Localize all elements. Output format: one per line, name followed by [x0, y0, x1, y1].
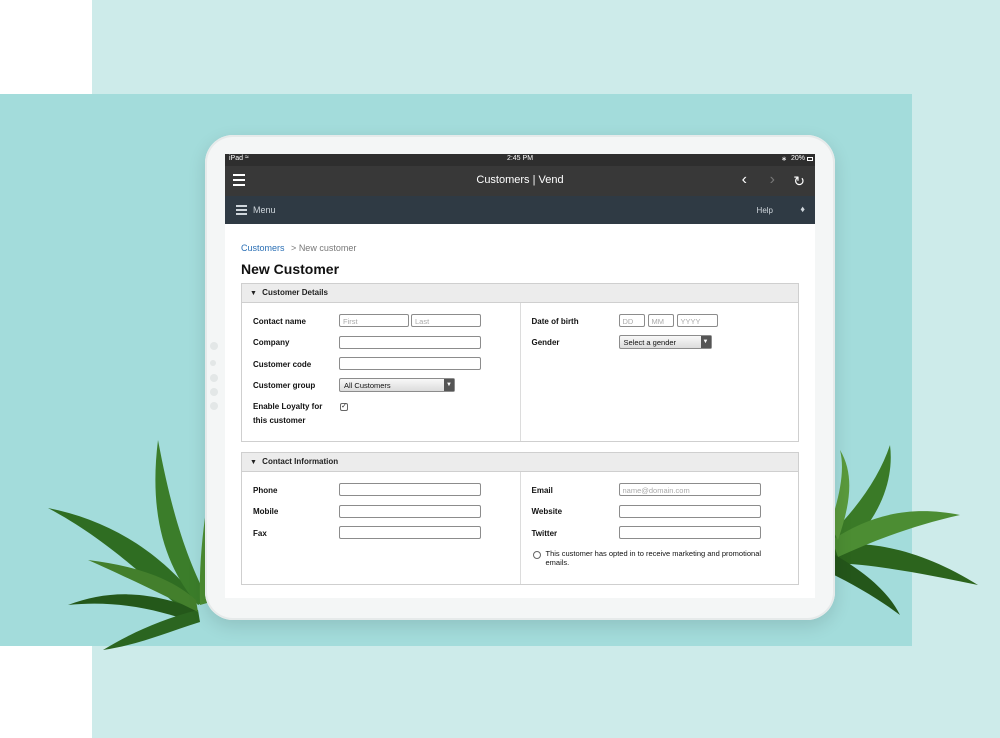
contact-information-header[interactable]: ▼ Contact Information	[242, 453, 798, 472]
navbar-title: Customers | Vend	[476, 174, 564, 186]
last-name-input[interactable]: Last	[411, 314, 481, 327]
loyalty-label-line2: this customer	[253, 416, 306, 425]
first-name-input[interactable]: First	[339, 314, 409, 327]
marketing-optin-text: This customer has opted in to receive ma…	[545, 549, 762, 567]
status-time: 2:45 PM	[506, 155, 534, 162]
company-input[interactable]	[339, 336, 481, 349]
customer-details-panel: ▼ Customer Details Contact name First La…	[241, 283, 799, 442]
mobile-label: Mobile	[253, 507, 279, 516]
bell-icon[interactable]: ♦	[800, 204, 805, 214]
collapse-triangle-icon: ▼	[250, 290, 257, 297]
customer-details-heading: Customer Details	[262, 288, 328, 297]
breadcrumb: Customers > New customer	[241, 243, 799, 253]
dropdown-arrow-icon: ▼	[700, 336, 711, 348]
dob-month-input[interactable]: MM	[647, 314, 674, 327]
dropdown-arrow-icon: ▼	[444, 379, 454, 391]
customer-group-select[interactable]: All Customers ▼	[339, 378, 455, 392]
customer-details-right-column: Date of birth DD MM YYYY Gender Select a…	[521, 303, 799, 441]
tablet-screen: iPad ≈ 2:45 PM ∗ 20% Customers | Vend ‹ …	[225, 154, 815, 598]
customer-code-label: Customer code	[253, 360, 312, 369]
help-link[interactable]: Help	[757, 206, 773, 215]
contact-information-right-column: Email name@domain.com Website Twitter Th…	[521, 472, 799, 584]
customer-group-label: Customer group	[253, 381, 316, 390]
tablet-side-button	[210, 388, 218, 396]
tablet-side-button	[210, 342, 218, 350]
contact-information-panel: ▼ Contact Information Phone Mobile Fax E…	[241, 452, 799, 585]
marketing-optin-checkbox[interactable]	[532, 551, 541, 559]
mobile-input[interactable]	[339, 505, 481, 518]
reload-icon[interactable]: ↻	[793, 173, 805, 189]
contact-information-left-column: Phone Mobile Fax	[242, 472, 521, 584]
twitter-label: Twitter	[531, 529, 558, 538]
phone-input[interactable]	[339, 483, 481, 496]
gender-value: Select a gender	[623, 338, 677, 347]
dob-day-input[interactable]: DD	[618, 314, 645, 327]
bluetooth-icon: ∗	[781, 156, 787, 163]
menu-icon[interactable]	[236, 205, 247, 217]
date-of-birth-label: Date of birth	[531, 317, 579, 326]
dob-year-input[interactable]: YYYY	[676, 314, 718, 327]
loyalty-checkbox[interactable]: ✓	[340, 403, 348, 411]
contact-name-label: Contact name	[253, 317, 306, 326]
gender-label: Gender	[531, 338, 560, 347]
email-input[interactable]: name@domain.com	[618, 483, 761, 496]
gender-select[interactable]: Select a gender ▼	[618, 335, 712, 349]
email-label: Email	[531, 486, 553, 495]
phone-label: Phone	[253, 486, 278, 495]
main-content: Customers > New customer New Customer ▼ …	[225, 243, 815, 585]
loyalty-label-line1: Enable Loyalty for	[253, 402, 323, 411]
back-chevron-icon[interactable]: ‹	[742, 172, 747, 188]
browser-navbar: Customers | Vend ‹ › ↻	[225, 166, 815, 196]
tablet-side-button	[210, 374, 218, 382]
tablet-side-button	[210, 360, 216, 366]
battery-icon	[807, 157, 813, 161]
plant-left	[48, 400, 218, 650]
contact-information-heading: Contact Information	[262, 457, 339, 466]
website-input[interactable]	[618, 505, 761, 518]
fax-label: Fax	[253, 529, 267, 538]
website-label: Website	[531, 507, 563, 516]
breadcrumb-current: New customer	[298, 243, 357, 253]
app-menubar: Menu Help ♦	[225, 196, 815, 224]
fax-input[interactable]	[339, 526, 481, 539]
twitter-input[interactable]	[618, 526, 761, 539]
plant-right	[820, 445, 980, 615]
forward-chevron-icon[interactable]: ›	[770, 172, 775, 188]
battery-percent: 20%	[790, 155, 805, 162]
company-label: Company	[253, 338, 290, 347]
page-title: New Customer	[241, 261, 340, 277]
breadcrumb-customers-link[interactable]: Customers	[241, 243, 285, 253]
customer-group-value: All Customers	[344, 381, 391, 390]
customer-code-input[interactable]	[339, 357, 481, 370]
menu-label[interactable]: Menu	[253, 205, 276, 215]
customer-details-header[interactable]: ▼ Customer Details	[242, 284, 798, 303]
collapse-triangle-icon: ▼	[250, 459, 257, 466]
breadcrumb-separator: >	[291, 243, 297, 253]
status-bar: iPad ≈ 2:45 PM ∗ 20%	[225, 154, 815, 166]
tablet-side-button	[210, 402, 218, 410]
customer-details-left-column: Contact name First Last Company Customer…	[242, 303, 521, 441]
